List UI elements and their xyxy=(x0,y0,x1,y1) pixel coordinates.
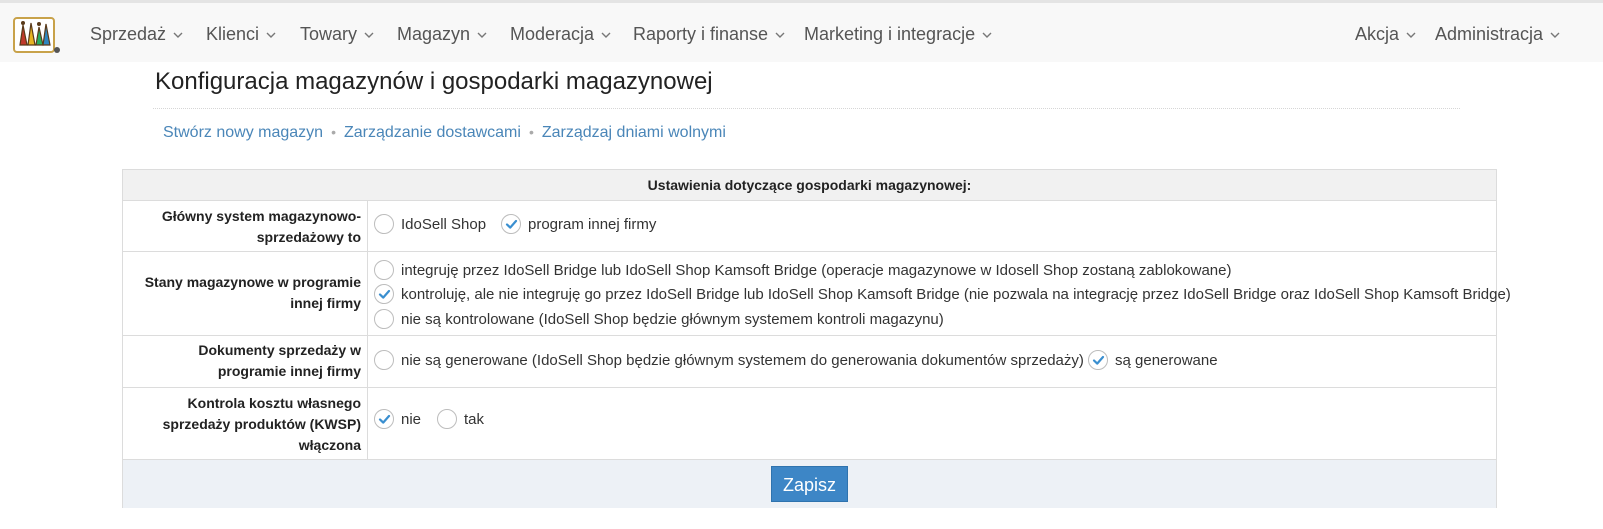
radio-option-label: kontroluję, ale nie integruję go przez I… xyxy=(401,285,1511,303)
radio-option[interactable]: tak xyxy=(437,407,484,431)
setting-label-line: sprzedaży produktów (KWSP) xyxy=(162,416,361,432)
nav-item-label: Administracja xyxy=(1435,24,1544,44)
nav-item-raporty[interactable]: Raporty i finanse xyxy=(633,3,785,62)
main-system-row: Główny system magazynowo-sprzedażowy to I… xyxy=(123,200,1496,252)
nav-item-label: Magazyn xyxy=(397,24,471,44)
nav-item-sprzedaż[interactable]: Sprzedaż xyxy=(90,3,183,62)
setting-options: integruję przez IdoSell Bridge lub IdoSe… xyxy=(369,252,1511,335)
radio-option-label: tak xyxy=(464,410,485,428)
kwsp-control-row: Kontrola kosztu własnego sprzedaży produk… xyxy=(123,388,1496,460)
chevron-down-icon xyxy=(477,2,487,64)
chevron-down-icon xyxy=(173,2,183,64)
nav-item-label: Moderacja xyxy=(510,24,595,44)
radio-option[interactable]: program innej firmy xyxy=(501,212,656,236)
radio-option-label: nie xyxy=(401,410,422,428)
nav-item-label: Towary xyxy=(300,24,358,44)
stock-levels-row: Stany magazynowe w programie innej firmy i… xyxy=(123,252,1511,336)
radio-option-label: nie są kontrolowane (IdoSell Shop będzie… xyxy=(401,310,944,328)
link-separator: • xyxy=(331,124,336,140)
setting-label-line: sprzedażowy to xyxy=(256,229,361,245)
nav-item-akcja[interactable]: Akcja xyxy=(1355,3,1416,62)
radio-option-label: integruję przez IdoSell Bridge lub IdoSe… xyxy=(401,261,1232,279)
setting-options: nie tak xyxy=(369,388,1496,459)
setting-label-line: programie innej firmy xyxy=(217,363,361,379)
radio-option-label: są generowane xyxy=(1115,351,1218,369)
setting-label-line: Główny system magazynowo- xyxy=(161,208,361,224)
setting-options: nie są generowane (IdoSell Shop będzie g… xyxy=(369,336,1496,387)
radio-checked-icon[interactable] xyxy=(374,409,394,429)
nav-item-label: Klienci xyxy=(206,24,260,44)
nav-item-towary[interactable]: Towary xyxy=(300,3,374,62)
nav-item-administracja[interactable]: Administracja xyxy=(1435,3,1560,62)
radio-option-label: nie są generowane (IdoSell Shop będzie g… xyxy=(401,351,1084,369)
setting-label: Stany magazynowe w programie innej firmy xyxy=(123,252,368,335)
settings-footer: Zapisz xyxy=(123,460,1496,508)
setting-label-line: innej firmy xyxy=(290,295,361,311)
manage-days-off-link[interactable]: Zarządzaj dniami wolnymi xyxy=(542,124,726,141)
chevron-down-icon xyxy=(775,2,785,64)
setting-label: Główny system magazynowo-sprzedażowy to xyxy=(123,200,368,251)
nav-item-klienci[interactable]: Klienci xyxy=(206,3,276,62)
link-separator: • xyxy=(528,124,534,140)
sales-documents-row: Dokumenty sprzedaży w programie innej fir… xyxy=(123,336,1496,388)
radio-checked-icon[interactable] xyxy=(374,284,394,304)
chevron-down-icon xyxy=(601,2,611,64)
page-title: Konfiguracja magazynów i gospodarki maga… xyxy=(155,68,713,95)
setting-label: Kontrola kosztu własnego sprzedaży produk… xyxy=(123,388,368,459)
title-divider xyxy=(153,108,1460,109)
nav-item-moderacja[interactable]: Moderacja xyxy=(510,3,611,62)
create-warehouse-link[interactable]: Stwórz nowy magazyn xyxy=(163,124,323,141)
radio-unchecked-icon[interactable] xyxy=(437,409,457,429)
nav-item-marketing[interactable]: Marketing i integracje xyxy=(804,3,992,62)
radio-checked-icon[interactable] xyxy=(501,214,521,234)
nav-item-label: Raporty i finanse xyxy=(633,24,769,44)
chevron-down-icon xyxy=(266,2,276,64)
chevron-down-icon xyxy=(1406,2,1416,64)
nav-item-label: Sprzedaż xyxy=(90,24,167,44)
quick-links: Stwórz nowy magazyn • Zarządzanie dostawca… xyxy=(163,124,726,142)
nav-item-label: Marketing i integracje xyxy=(804,24,976,44)
chevron-down-icon xyxy=(982,2,992,64)
setting-label: Dokumenty sprzedaży w programie innej fir… xyxy=(123,336,368,387)
nav-item-label: Akcja xyxy=(1355,24,1400,44)
radio-option-label: IdoSell Shop xyxy=(401,215,487,233)
setting-options: IdoSell Shop program innej firmy xyxy=(369,200,1496,251)
radio-option-label: program innej firmy xyxy=(528,215,657,233)
setting-label-line: Kontrola kosztu własnego xyxy=(187,395,361,411)
settings-header: Ustawienia dotyczące gospodarki magazyno… xyxy=(123,170,1496,201)
top-navbar: Sprzedaż Klienci Towary Magazyn Moderacja Rap… xyxy=(0,3,1603,62)
manage-suppliers-link[interactable]: Zarządzanie dostawcami xyxy=(344,124,521,141)
radio-option[interactable]: kontroluję, ale nie integruję go przez I… xyxy=(374,282,1511,306)
setting-label-line: włączona xyxy=(298,437,361,453)
radio-unchecked-icon[interactable] xyxy=(374,260,394,280)
radio-unchecked-icon[interactable] xyxy=(374,214,394,234)
radio-option[interactable]: IdoSell Shop xyxy=(374,212,486,236)
warehouse-settings-table: Ustawienia dotyczące gospodarki magazyno… xyxy=(122,169,1511,508)
radio-option[interactable]: nie są kontrolowane (IdoSell Shop będzie… xyxy=(374,307,944,331)
chevron-down-icon xyxy=(1550,2,1560,64)
app-logo[interactable] xyxy=(13,15,61,55)
nav-item-magazyn[interactable]: Magazyn xyxy=(397,3,487,62)
radio-checked-icon[interactable] xyxy=(1088,350,1108,370)
radio-option[interactable]: integruję przez IdoSell Bridge lub IdoSe… xyxy=(374,258,1231,282)
setting-label-line: Stany magazynowe w programie xyxy=(144,274,361,290)
radio-option[interactable]: nie xyxy=(374,407,421,431)
radio-unchecked-icon[interactable] xyxy=(374,350,394,370)
chevron-down-icon xyxy=(364,2,374,64)
radio-option[interactable]: są generowane xyxy=(1088,348,1218,372)
save-button[interactable]: Zapisz xyxy=(771,466,848,502)
radio-unchecked-icon[interactable] xyxy=(374,309,394,329)
radio-option[interactable]: nie są generowane (IdoSell Shop będzie g… xyxy=(374,348,1084,372)
setting-label-line: Dokumenty sprzedaży w xyxy=(198,342,361,358)
